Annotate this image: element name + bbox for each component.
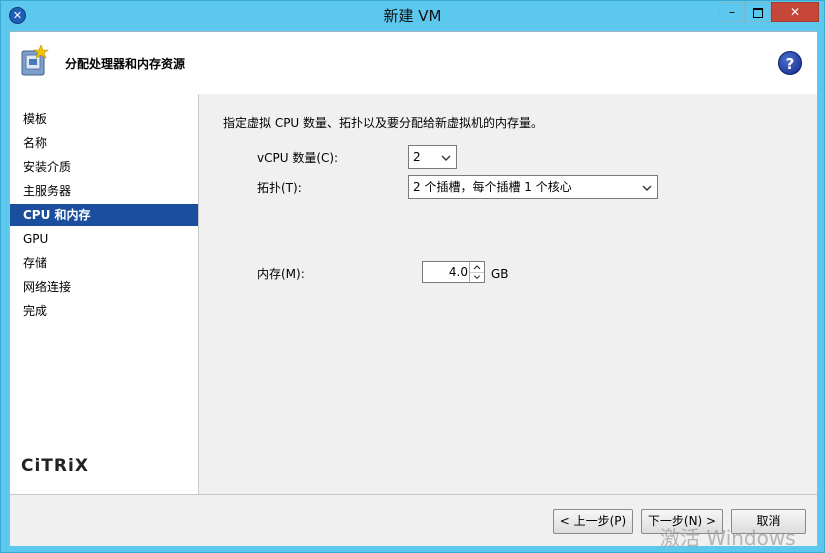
sidebar-item-finish[interactable]: 完成 bbox=[10, 300, 198, 322]
help-icon[interactable]: ? bbox=[778, 51, 802, 75]
vcpu-count-label: vCPU 数量(C): bbox=[257, 151, 339, 165]
dialog-client: 分配处理器和内存资源 ? 模板 名称 安装介质 主服务器 CPU 和内存 GPU… bbox=[9, 31, 818, 546]
topology-value: 2 个插槽，每个插槽 1 个核心 bbox=[413, 180, 572, 194]
sidebar-item-gpu[interactable]: GPU bbox=[10, 228, 198, 250]
wizard-header: 分配处理器和内存资源 ? bbox=[10, 32, 817, 95]
vcpu-count-dropdown[interactable]: 2 bbox=[408, 145, 457, 169]
memory-stepper[interactable]: 4.0 bbox=[422, 261, 485, 283]
vm-wizard-icon bbox=[21, 45, 49, 76]
sidebar-item-storage[interactable]: 存储 bbox=[10, 252, 198, 274]
title-bar[interactable]: ✕ 新建 VM – ✕ bbox=[1, 1, 824, 31]
close-button[interactable]: ✕ bbox=[771, 2, 819, 22]
topology-dropdown[interactable]: 2 个插槽，每个插槽 1 个核心 bbox=[408, 175, 658, 199]
maximize-icon bbox=[753, 8, 763, 18]
sidebar-item-install-media[interactable]: 安装介质 bbox=[10, 156, 198, 178]
close-icon: ✕ bbox=[789, 5, 801, 19]
maximize-button[interactable] bbox=[745, 2, 771, 22]
chevron-down-icon bbox=[441, 155, 451, 161]
memory-label: 内存(M): bbox=[257, 267, 305, 281]
minimize-icon: – bbox=[729, 5, 735, 19]
sidebar-item-home-server[interactable]: 主服务器 bbox=[10, 180, 198, 202]
page-title: 分配处理器和内存资源 bbox=[65, 57, 186, 71]
vcpu-count-value: 2 bbox=[413, 150, 421, 164]
topology-label: 拓扑(T): bbox=[257, 181, 302, 195]
stepper-up-icon[interactable] bbox=[470, 262, 484, 272]
wizard-steps-sidebar: 模板 名称 安装介质 主服务器 CPU 和内存 GPU 存储 网络连接 完成 C… bbox=[10, 94, 199, 494]
sidebar-item-networking[interactable]: 网络连接 bbox=[10, 276, 198, 298]
memory-stepper-buttons bbox=[469, 262, 484, 282]
memory-value: 4.0 bbox=[448, 265, 468, 279]
activation-watermark: 激活 Windows bbox=[660, 526, 796, 550]
memory-unit: GB bbox=[491, 267, 509, 281]
page-description: 指定虚拟 CPU 数量、拓扑以及要分配给新虚拟机的内存量。 bbox=[223, 116, 544, 130]
previous-button[interactable]: < 上一步(P) bbox=[553, 509, 633, 534]
citrix-logo: CiTRiX bbox=[21, 456, 89, 476]
minimize-button[interactable]: – bbox=[719, 2, 745, 22]
sidebar-item-cpu-memory[interactable]: CPU 和内存 bbox=[10, 204, 198, 226]
sidebar-item-template[interactable]: 模板 bbox=[10, 108, 198, 130]
chevron-down-icon bbox=[642, 185, 652, 191]
sidebar-item-name[interactable]: 名称 bbox=[10, 132, 198, 154]
stepper-down-icon[interactable] bbox=[470, 272, 484, 282]
wizard-page-content: 指定虚拟 CPU 数量、拓扑以及要分配给新虚拟机的内存量。 vCPU 数量(C)… bbox=[199, 94, 817, 494]
dialog-window: ✕ 新建 VM – ✕ 分配处理器和内存资源 ? 模板 名称 安装介质 主服务器… bbox=[0, 0, 825, 553]
window-title: 新建 VM bbox=[383, 7, 442, 25]
